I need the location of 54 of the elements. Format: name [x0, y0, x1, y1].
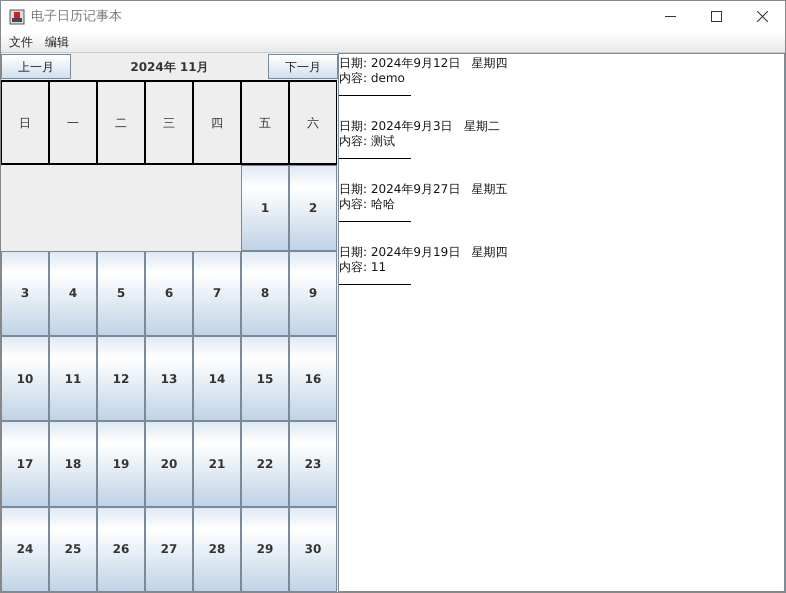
day-button[interactable]: 25: [49, 506, 97, 592]
weekday-header: 一: [49, 80, 97, 166]
day-button[interactable]: 29: [241, 506, 289, 592]
day-button[interactable]: 20: [145, 421, 193, 507]
weekday-header: 四: [193, 80, 241, 166]
day-button[interactable]: 15: [241, 336, 289, 422]
day-button[interactable]: 5: [97, 250, 145, 336]
note-content: 内容: 11: [339, 260, 388, 275]
window-title: 电子日历记事本: [31, 8, 122, 26]
close-icon: [756, 11, 768, 22]
day-button[interactable]: 16: [289, 336, 337, 422]
day-button[interactable]: 9: [289, 250, 337, 336]
day-button[interactable]: 13: [145, 336, 193, 422]
day-button[interactable]: 12: [97, 336, 145, 422]
day-button[interactable]: 2: [289, 165, 337, 251]
weekday-header: 二: [97, 80, 145, 166]
day-button[interactable]: 30: [289, 506, 337, 592]
day-button[interactable]: 22: [241, 421, 289, 507]
day-button[interactable]: 11: [49, 336, 97, 422]
day-button[interactable]: 6: [145, 250, 193, 336]
day-button[interactable]: 24: [1, 506, 49, 592]
next-month-button[interactable]: 下一月: [268, 54, 338, 79]
note-content: 内容: demo: [339, 71, 406, 86]
menu-item[interactable]: 编辑: [41, 33, 73, 51]
menu-item[interactable]: 文件: [5, 33, 37, 51]
month-label: 2024年 11月: [129, 58, 210, 76]
day-button[interactable]: 21: [193, 421, 241, 507]
day-button[interactable]: 23: [289, 421, 337, 507]
day-button[interactable]: 10: [1, 336, 49, 422]
maximize-icon: [710, 11, 722, 22]
weekday-header: 日: [1, 80, 49, 166]
app-icon: [9, 8, 25, 24]
day-button[interactable]: 7: [193, 250, 241, 336]
day-button[interactable]: 28: [193, 506, 241, 592]
day-button[interactable]: 27: [145, 506, 193, 592]
day-button[interactable]: 1: [241, 165, 289, 251]
weekday-header: 五: [241, 80, 289, 166]
weekday-header: 三: [145, 80, 193, 166]
day-button[interactable]: 14: [193, 336, 241, 422]
previous-month-button[interactable]: 上一月: [1, 54, 71, 79]
day-button[interactable]: 18: [49, 421, 97, 507]
note-date: 日期: 2024年9月27日 星期五: [339, 182, 509, 197]
day-button[interactable]: 17: [1, 421, 49, 507]
weekday-header: 六: [289, 80, 337, 166]
note-content: 内容: 哈哈: [339, 197, 396, 212]
day-button[interactable]: 19: [97, 421, 145, 507]
day-button[interactable]: 8: [241, 250, 289, 336]
note-date: 日期: 2024年9月19日 星期四: [339, 245, 509, 260]
note-content: 内容: 测试: [339, 134, 396, 149]
note-date: 日期: 2024年9月3日 星期二: [339, 119, 502, 134]
day-button[interactable]: 26: [97, 506, 145, 592]
day-button[interactable]: 4: [49, 250, 97, 336]
note-date: 日期: 2024年9月12日 星期四: [339, 56, 509, 71]
day-button[interactable]: 3: [1, 250, 49, 336]
